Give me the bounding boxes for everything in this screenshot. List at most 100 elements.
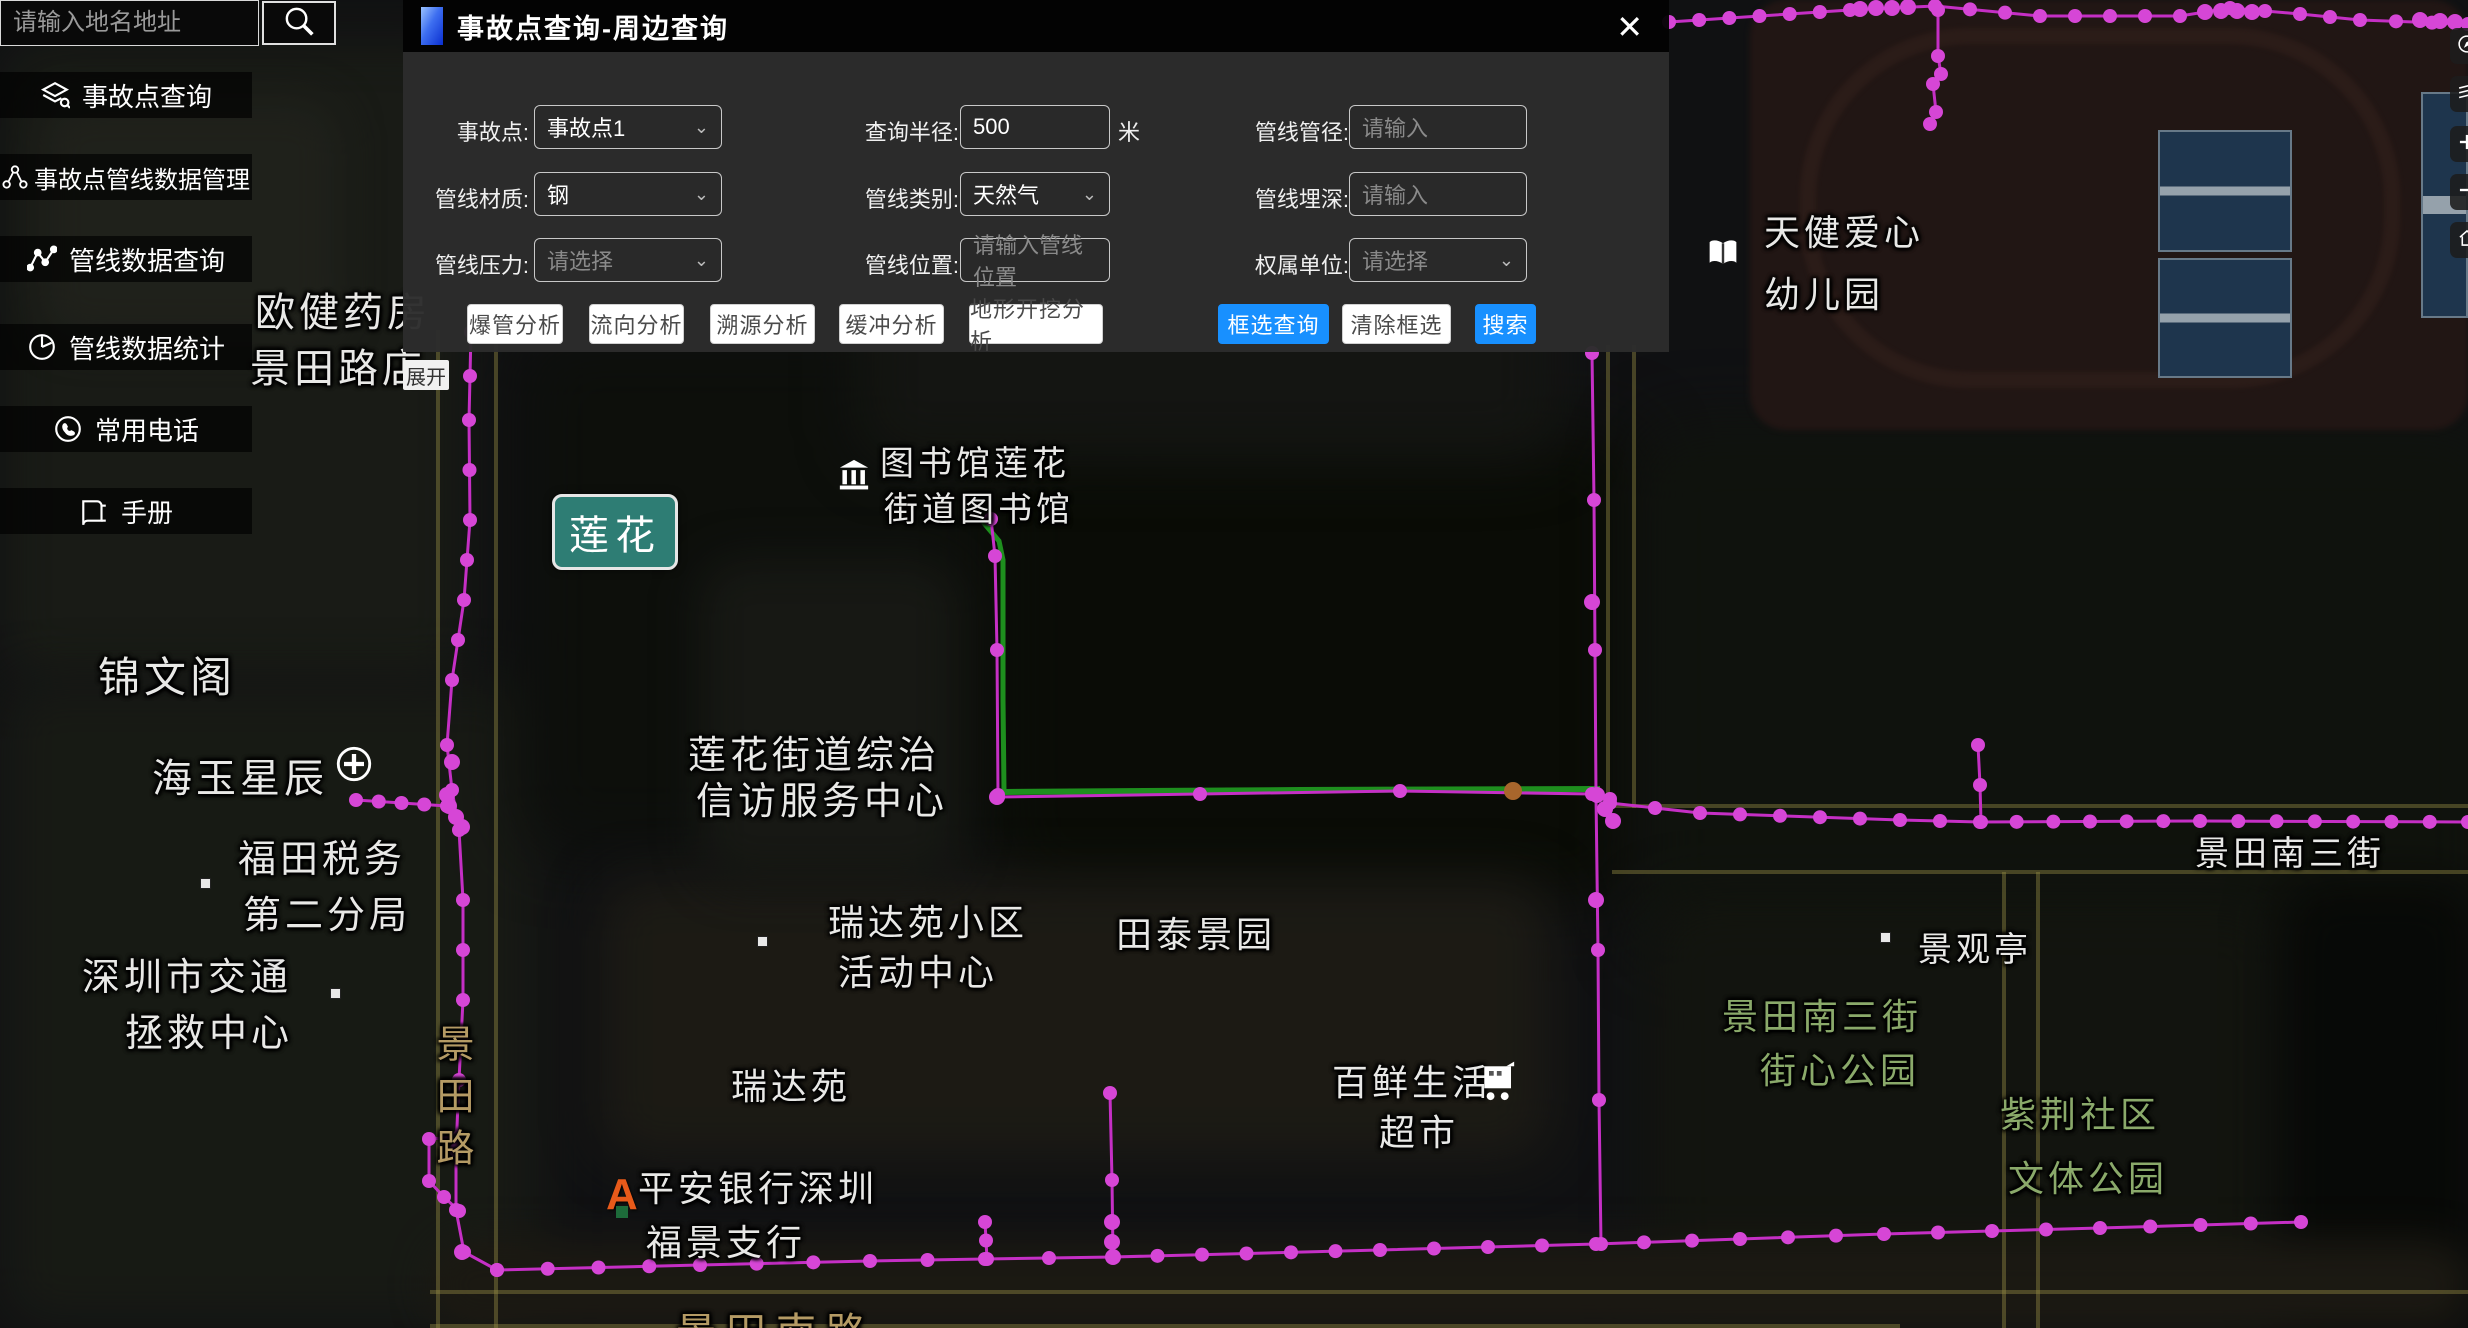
map-place-label: 百鲜生活 bbox=[1332, 1054, 1492, 1106]
pipeline-query-icon bbox=[27, 244, 57, 274]
dialog-title: 事故点查询-周边查询 bbox=[457, 7, 729, 46]
chevron-down-icon: ⌄ bbox=[1082, 184, 1097, 205]
zoom-in-icon bbox=[2456, 131, 2468, 158]
input-field[interactable]: 请输入 bbox=[1349, 172, 1527, 216]
input-field[interactable]: 请输入管线位置 bbox=[960, 238, 1110, 282]
zoom-in-control-button[interactable] bbox=[2450, 126, 2468, 162]
sidebar-item-label: 管线数据统计 bbox=[69, 329, 225, 366]
home-icon bbox=[2456, 227, 2468, 254]
zoom-out-control-button[interactable] bbox=[2450, 174, 2468, 210]
field-label: 管线材质: bbox=[403, 182, 529, 214]
map-place-label: 拯救中心 bbox=[125, 1002, 293, 1057]
sidebar-item-5[interactable]: 常用电话 bbox=[0, 406, 252, 452]
search-input[interactable] bbox=[0, 0, 259, 46]
field-label: 事故点: bbox=[403, 115, 529, 147]
map-place-label: 福田税务 bbox=[238, 828, 406, 883]
field-value: 钢 bbox=[547, 178, 569, 210]
field-label: 管线管径: bbox=[1223, 115, 1349, 147]
library-icon bbox=[836, 456, 872, 497]
field-placeholder: 请输入管线位置 bbox=[973, 228, 1097, 292]
select-field[interactable]: 事故点1⌄ bbox=[534, 105, 722, 149]
chevron-down-icon: ⌄ bbox=[1499, 250, 1514, 271]
analysis-button[interactable]: 地形开挖分析 bbox=[969, 304, 1103, 344]
field-label: 管线埋深: bbox=[1223, 182, 1349, 214]
sidebar-item-label: 手册 bbox=[121, 493, 173, 530]
sidebar-item-4[interactable]: 管线数据统计 bbox=[0, 324, 252, 370]
square-marker bbox=[757, 936, 768, 947]
map-place-label: 海玉星辰 bbox=[152, 746, 328, 804]
map-place-label: 景田路店 bbox=[250, 336, 426, 394]
sidebar-item-1[interactable]: 事故点查询 bbox=[0, 72, 252, 118]
action-button[interactable]: 清除框选 bbox=[1342, 304, 1451, 344]
sidebar-item-label: 事故点查询 bbox=[82, 77, 212, 114]
cart-icon bbox=[1478, 1060, 1522, 1109]
map-place-label: 锦文阁 bbox=[98, 644, 236, 705]
map-place-label: 景观亭 bbox=[1918, 922, 2032, 971]
analysis-button[interactable]: 溯源分析 bbox=[710, 304, 815, 344]
select-field[interactable]: 请选择 ⌄ bbox=[534, 238, 722, 282]
select-field[interactable]: 钢⌄ bbox=[534, 172, 722, 216]
sidebar-item-label: 管线数据查询 bbox=[69, 241, 225, 278]
compass-icon bbox=[2456, 33, 2468, 60]
book-icon bbox=[1706, 236, 1740, 275]
layers-stack-control-button[interactable] bbox=[2450, 76, 2468, 112]
field-label: 管线类别: bbox=[833, 182, 959, 214]
square-marker bbox=[1880, 932, 1891, 943]
select-field[interactable]: 天然气 ⌄ bbox=[960, 172, 1110, 216]
field-label: 查询半径: bbox=[833, 115, 959, 147]
map-place-label: 平安银行深圳 bbox=[638, 1160, 878, 1212]
close-icon[interactable]: ✕ bbox=[1616, 8, 1643, 46]
unit-suffix: 米 bbox=[1118, 115, 1140, 147]
map-place-label: 文体公园 bbox=[2008, 1150, 2168, 1202]
bank-logo-icon: A bbox=[606, 1170, 638, 1220]
incident-query-dialog: 事故点查询-周边查询 ✕ 事故点:事故点1⌄查询半径:500米管线管径:请输入管… bbox=[403, 0, 1669, 352]
road-name-badge: 莲花 bbox=[552, 494, 678, 570]
chevron-down-icon: ⌄ bbox=[694, 117, 709, 138]
input-field[interactable]: 请输入 bbox=[1349, 105, 1527, 149]
map-place-label: 景田南路 bbox=[676, 1300, 876, 1328]
analysis-button[interactable]: 爆管分析 bbox=[467, 304, 563, 344]
layers-stack-icon bbox=[2456, 81, 2468, 108]
circle-plus-icon bbox=[334, 744, 374, 789]
dialog-header: 事故点查询-周边查询 ✕ bbox=[403, 0, 1669, 52]
map-place-label: 瑞达苑 bbox=[731, 1058, 851, 1110]
map-place-label: 瑞达苑小区 bbox=[828, 894, 1028, 946]
map-place-label: 幼儿园 bbox=[1764, 266, 1884, 318]
sidebar-item-3[interactable]: 管线数据查询 bbox=[0, 236, 252, 282]
accident-buffer-lines bbox=[983, 522, 1600, 792]
search-icon bbox=[282, 4, 316, 43]
phone-icon bbox=[53, 414, 83, 444]
dialog-title-icon bbox=[421, 7, 443, 45]
input-field[interactable]: 500 bbox=[960, 105, 1110, 149]
manual-icon bbox=[79, 496, 109, 526]
field-placeholder: 请输入 bbox=[1362, 111, 1428, 143]
app-window: 欧健药房景田路店图书馆莲花街道图书馆莲花街道综治信访服务中心瑞达苑小区活动中心田… bbox=[0, 0, 2468, 1328]
compass-control-button[interactable] bbox=[2450, 28, 2468, 64]
home-control-button[interactable] bbox=[2450, 222, 2468, 258]
expand-button[interactable]: 展开 bbox=[403, 360, 449, 390]
map-place-label: 景田南三街 bbox=[1722, 988, 1922, 1040]
pipeline-manage-icon bbox=[2, 164, 28, 190]
analysis-button[interactable]: 缓冲分析 bbox=[839, 304, 944, 344]
select-field[interactable]: 请选择 ⌄ bbox=[1349, 238, 1527, 282]
map-place-label: 深圳市交通 bbox=[82, 946, 292, 1001]
sidebar-item-6[interactable]: 手册 bbox=[0, 488, 252, 534]
map-place-label: 景田路 bbox=[424, 1024, 479, 1180]
field-value: 500 bbox=[973, 114, 1010, 140]
field-placeholder: 请选择 bbox=[1362, 244, 1428, 276]
sidebar-item-2[interactable]: 事故点管线数据管理 bbox=[0, 154, 252, 200]
chevron-down-icon: ⌄ bbox=[694, 250, 709, 271]
map-place-label: 景田南三街 bbox=[2195, 826, 2385, 875]
field-placeholder: 请选择 bbox=[547, 244, 613, 276]
field-value: 天然气 bbox=[973, 178, 1039, 210]
action-button-primary[interactable]: 框选查询 bbox=[1218, 304, 1329, 344]
map-place-label: 活动中心 bbox=[838, 944, 998, 996]
layers-icon bbox=[40, 80, 70, 110]
field-label: 权属单位: bbox=[1223, 248, 1349, 280]
analysis-button[interactable]: 流向分析 bbox=[589, 304, 684, 344]
map-place-label: 第二分局 bbox=[243, 884, 411, 939]
action-button-primary[interactable]: 搜索 bbox=[1475, 304, 1536, 344]
sidebar-item-label: 常用电话 bbox=[95, 411, 199, 448]
map-place-label: 福景支行 bbox=[646, 1214, 806, 1266]
search-button[interactable] bbox=[262, 1, 336, 45]
